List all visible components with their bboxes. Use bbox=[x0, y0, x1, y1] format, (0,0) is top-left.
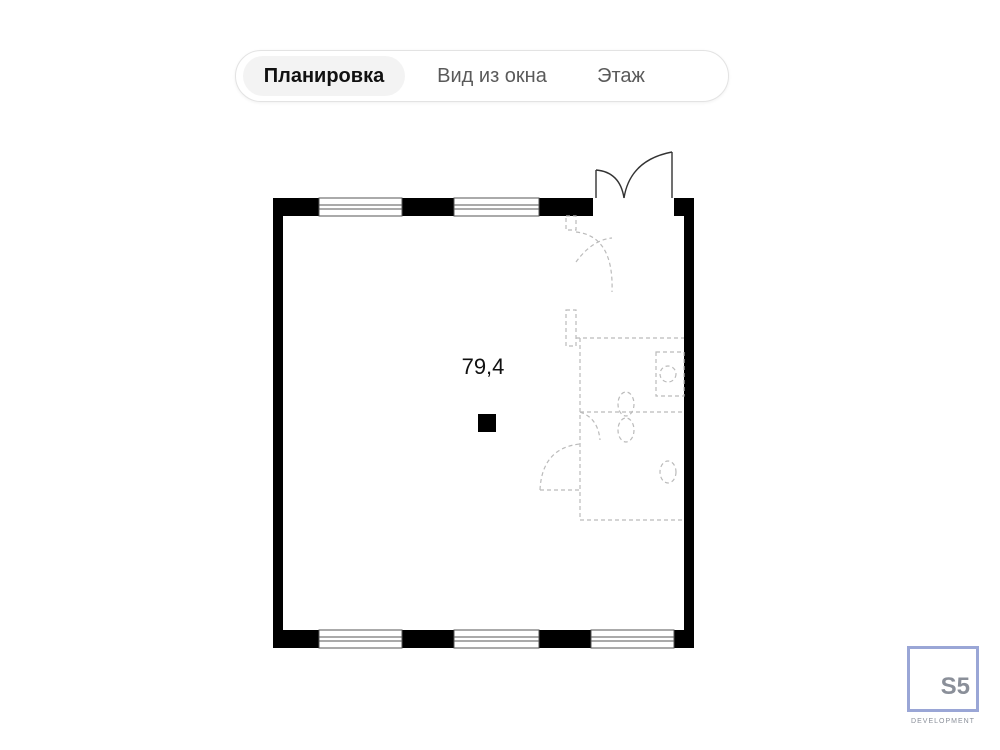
window-bottom-3 bbox=[590, 629, 675, 649]
windows bbox=[318, 197, 675, 649]
structural-column bbox=[478, 414, 496, 432]
window-bottom-2 bbox=[453, 629, 540, 649]
logo-subtitle: DEVELOPMENT bbox=[911, 718, 975, 725]
interior-partitions bbox=[539, 215, 685, 521]
developer-logo: S5 bbox=[907, 646, 979, 712]
logo-mark: S5 bbox=[940, 673, 970, 700]
window-top-1 bbox=[318, 197, 403, 217]
room-area-label: 79,4 bbox=[461, 354, 505, 379]
window-top-2 bbox=[453, 197, 540, 217]
window-bottom-1 bbox=[318, 629, 403, 649]
entrance-door bbox=[595, 151, 673, 199]
